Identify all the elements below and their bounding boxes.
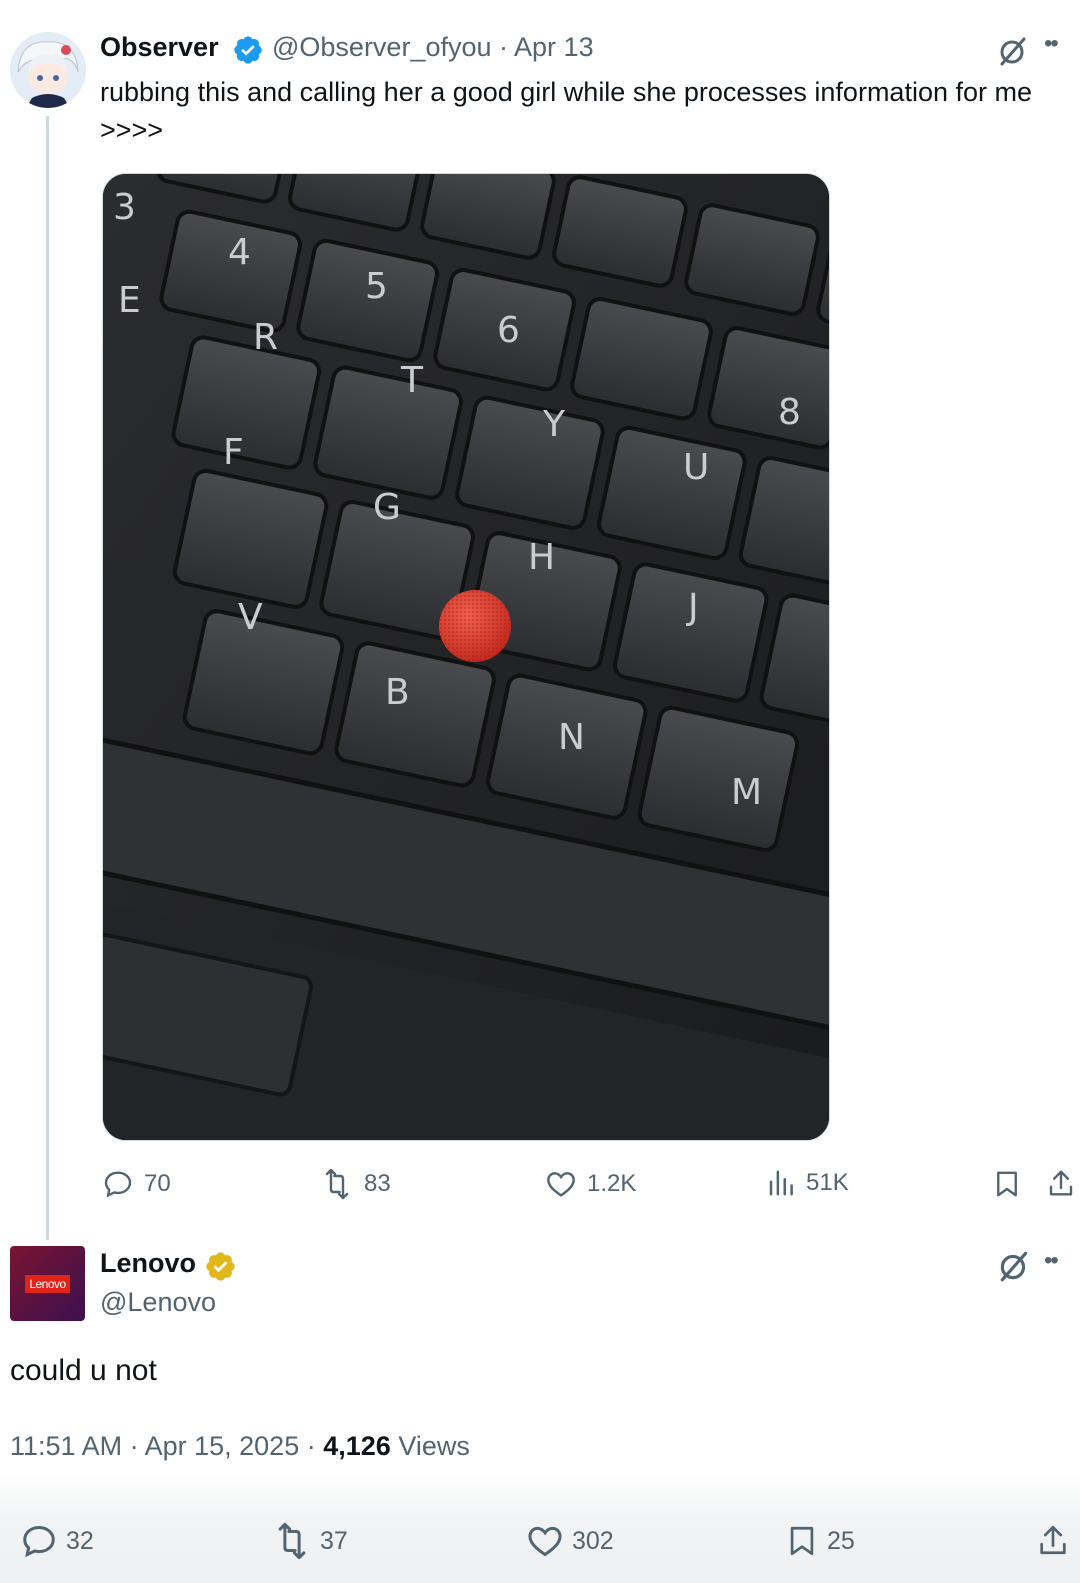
observer-avatar[interactable]	[10, 32, 86, 108]
author-name[interactable]: Observer	[100, 32, 219, 63]
bookmark-button[interactable]: 25	[785, 1522, 855, 1560]
reply-count: 70	[144, 1170, 171, 1197]
reply-button[interactable]: 32	[20, 1522, 94, 1560]
more-icon[interactable]: ••	[1044, 30, 1059, 58]
repost-count: 37	[320, 1526, 348, 1555]
tweet-meta: @Observer_ofyou · Apr 13	[272, 32, 594, 63]
bookmark-icon	[997, 1171, 1017, 1197]
like-icon	[528, 1526, 562, 1557]
keycap-label: 8	[778, 392, 801, 433]
repost-count: 83	[364, 1170, 391, 1197]
share-button[interactable]	[1036, 1520, 1070, 1560]
keycap-label: V	[238, 597, 263, 638]
reply-time: 11:51 AM	[10, 1431, 123, 1461]
like-icon	[547, 1172, 575, 1197]
reply-author-handle[interactable]: @Lenovo	[100, 1287, 216, 1318]
meta-separator: ·	[491, 32, 515, 62]
keycap-label: J	[686, 587, 699, 628]
reply-button[interactable]: 70	[102, 1168, 171, 1200]
reply-icon	[104, 1171, 132, 1198]
share-icon	[1049, 1170, 1073, 1196]
reply-icon	[23, 1526, 55, 1558]
reply-timestamp[interactable]: 11:51 AM · Apr 15, 2025 · 4,126 Views	[10, 1431, 470, 1462]
like-button[interactable]: 302	[526, 1522, 614, 1560]
like-count: 302	[572, 1526, 614, 1555]
keycap-label: N	[558, 717, 585, 758]
grok-icon[interactable]	[996, 34, 1030, 68]
views-icon	[769, 1170, 793, 1196]
views-count: 51K	[806, 1169, 849, 1196]
bookmark-icon	[790, 1526, 814, 1556]
keycap-label: Y	[542, 404, 566, 445]
keycap-label: M	[731, 772, 762, 813]
keycap-label: 6	[497, 310, 520, 351]
reply-views-label: Views	[398, 1431, 470, 1461]
keycap-label: 3	[113, 187, 136, 228]
repost-icon	[278, 1522, 306, 1560]
reply-views-count: 4,126	[323, 1431, 391, 1461]
tweet-date[interactable]: Apr 13	[514, 32, 594, 62]
grok-icon[interactable]	[996, 1248, 1032, 1284]
keycap-label: B	[385, 672, 410, 713]
verified-org-badge-icon	[204, 1250, 237, 1283]
keycap-label: G	[373, 487, 401, 528]
like-count: 1.2K	[587, 1170, 637, 1197]
bookmark-button[interactable]	[992, 1168, 1022, 1200]
keycap-label: 5	[365, 266, 388, 307]
author-handle[interactable]: @Observer_ofyou	[272, 32, 492, 62]
lenovo-logo: Lenovo	[25, 1274, 70, 1293]
reply-text: could u not	[10, 1354, 157, 1387]
keycap-label: E	[118, 280, 141, 321]
more-icon[interactable]: ••	[1044, 1247, 1059, 1275]
views-button[interactable]: 51K	[766, 1168, 849, 1198]
reply-count: 32	[66, 1526, 94, 1555]
bookmark-count: 25	[827, 1526, 855, 1555]
repost-button[interactable]: 83	[320, 1168, 391, 1200]
keycap-label: T	[400, 360, 424, 401]
like-button[interactable]: 1.2K	[545, 1168, 636, 1200]
repost-icon	[325, 1168, 349, 1200]
keycap-label: 4	[228, 232, 251, 273]
reply-author-name[interactable]: Lenovo	[100, 1248, 196, 1279]
tweet-media-photo[interactable]: 3 4 5 6 E R T Y U 8 F G H J V B N M	[102, 173, 830, 1141]
keycap-label: H	[528, 537, 555, 578]
verified-badge-icon	[232, 34, 264, 66]
keycap-label: F	[223, 432, 244, 473]
keycap-label: U	[683, 447, 709, 488]
tweet-text: rubbing this and calling her a good girl…	[100, 77, 1033, 145]
share-button[interactable]	[1046, 1166, 1076, 1200]
repost-button[interactable]: 37	[272, 1522, 348, 1560]
keycap-label: R	[253, 317, 278, 358]
lenovo-avatar[interactable]: Lenovo	[10, 1246, 85, 1321]
thread-line	[46, 116, 49, 1240]
share-icon	[1040, 1525, 1066, 1555]
reply-date: Apr 15, 2025	[144, 1431, 300, 1461]
